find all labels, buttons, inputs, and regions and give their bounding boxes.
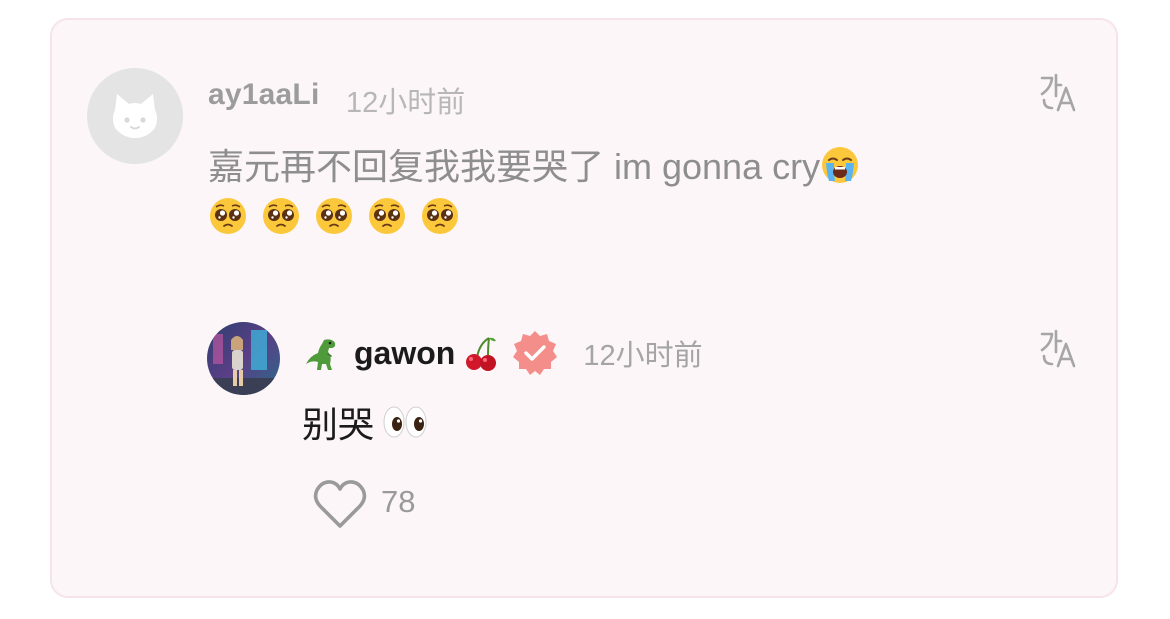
reply-avatar[interactable] xyxy=(207,322,280,395)
pleading-face-icon xyxy=(210,198,246,234)
comment-username[interactable]: ay1aaLi xyxy=(208,78,319,112)
reply-header: gawon 12小时前 xyxy=(302,330,703,376)
pleading-face-icon xyxy=(316,198,352,234)
reply-text: 别哭 xyxy=(302,396,428,448)
reply-avatar-image xyxy=(207,322,280,395)
cherries-icon xyxy=(466,337,497,371)
like-count: 78 xyxy=(381,484,416,519)
translate-icon[interactable] xyxy=(1036,326,1080,370)
loudly-crying-face-icon xyxy=(822,147,859,183)
reply-text-content: 别哭 xyxy=(302,404,375,445)
pleading-face-icon xyxy=(422,198,458,234)
verified-badge-icon xyxy=(513,331,558,375)
user-avatar[interactable] xyxy=(87,68,183,164)
eyes-icon xyxy=(383,406,427,438)
pleading-face-icon xyxy=(369,198,405,234)
comment-text-content: 嘉元再不回复我我要哭了 im gonna cry xyxy=(208,146,821,187)
pleading-emoji-row xyxy=(208,196,460,236)
reply-timestamp: 12小时前 xyxy=(583,340,703,372)
reply-username[interactable]: gawon xyxy=(354,335,455,372)
t-rex-icon xyxy=(306,339,336,370)
translate-icon[interactable] xyxy=(1036,70,1080,114)
comment-text: 嘉元再不回复我我要哭了 im gonna cry xyxy=(208,138,860,190)
cat-placeholder-icon xyxy=(113,94,157,138)
comment-timestamp: 12小时前 xyxy=(346,87,466,119)
heart-outline-icon[interactable] xyxy=(312,478,368,530)
pleading-face-icon xyxy=(263,198,299,234)
